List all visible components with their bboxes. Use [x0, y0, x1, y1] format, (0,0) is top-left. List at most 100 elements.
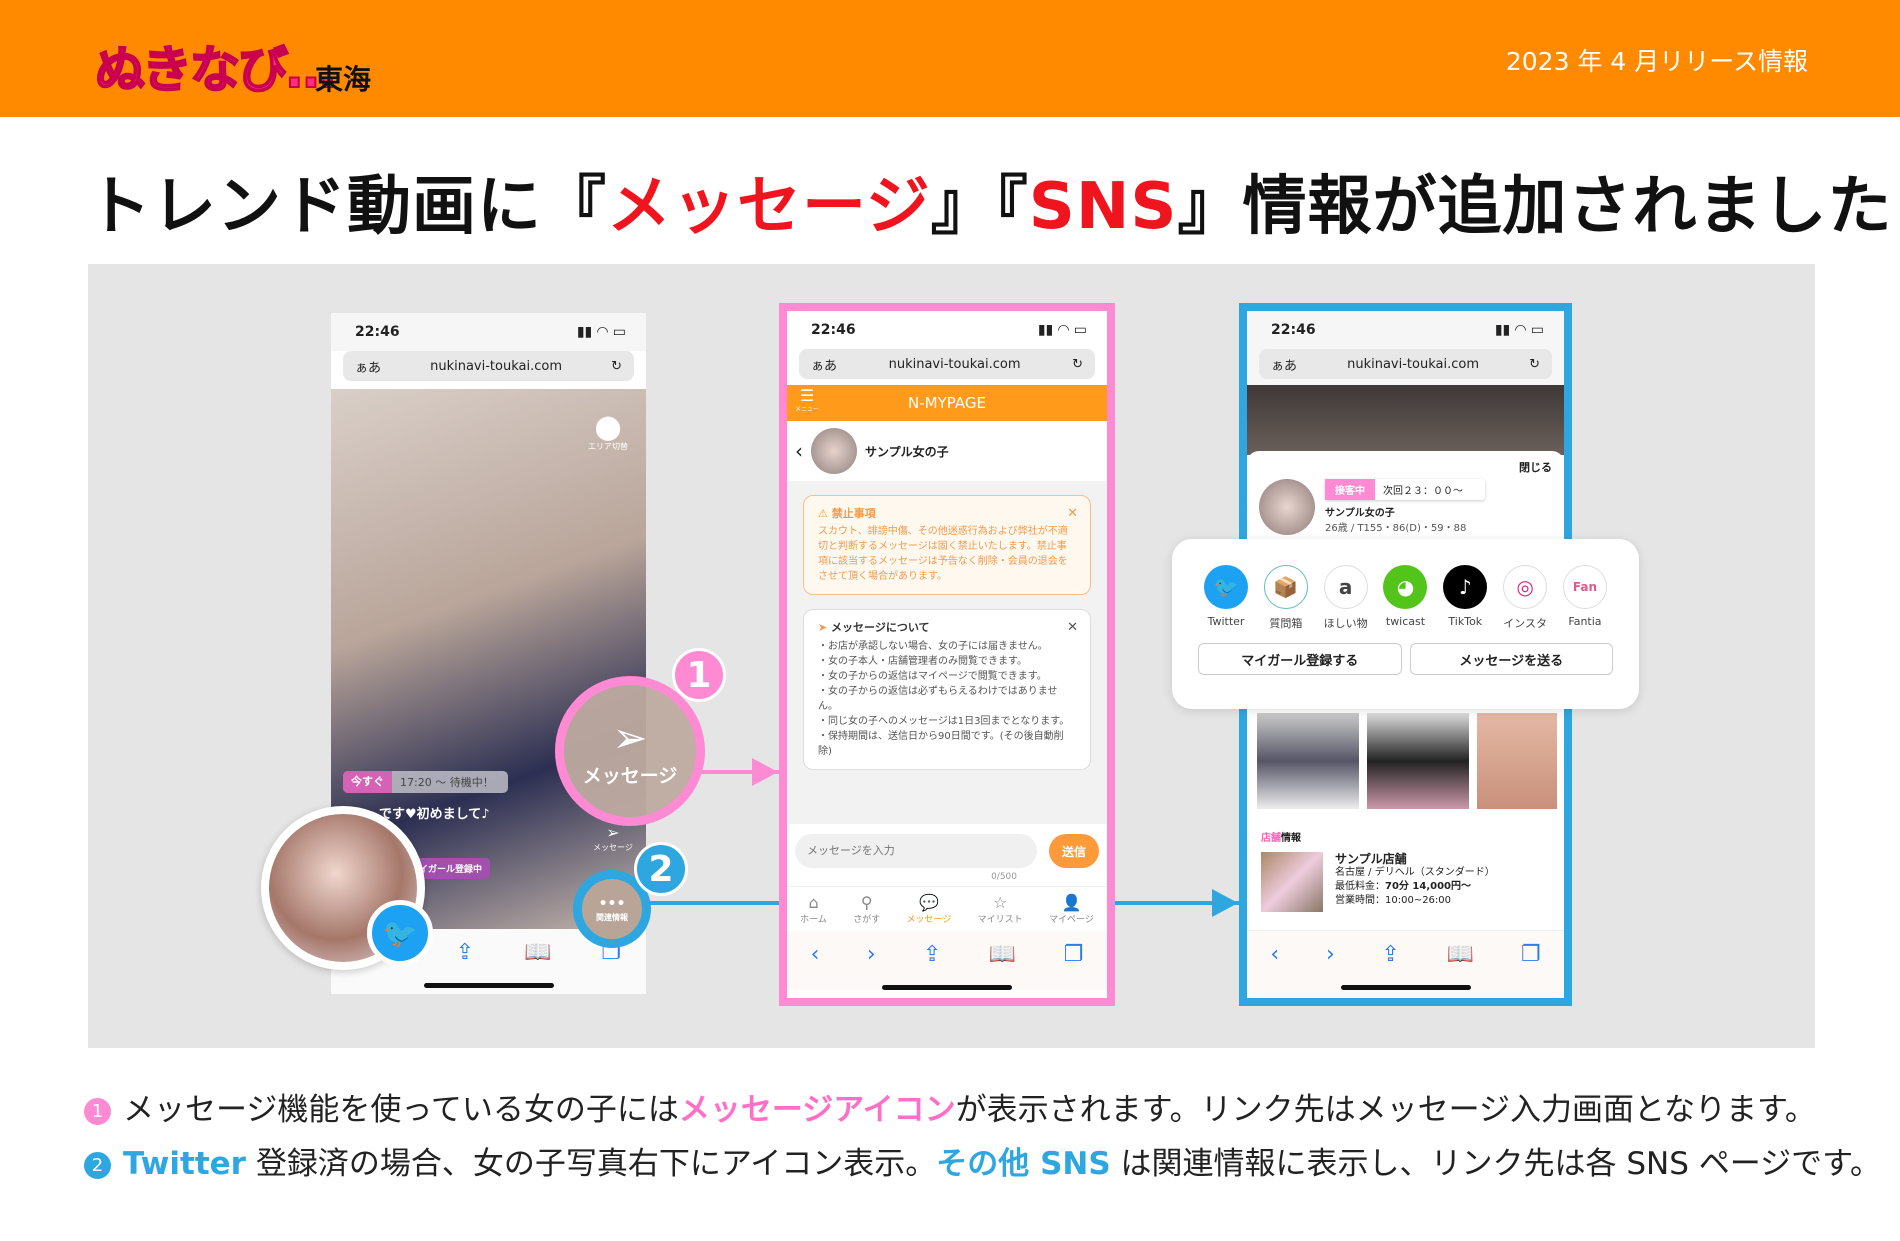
forward-icon[interactable]: › — [1326, 942, 1335, 967]
girl-profile: 26歳 / T155・86(D)・59・88 — [1325, 523, 1467, 534]
text-size-button[interactable]: ぁあ — [1271, 355, 1297, 374]
logo: ぬきなび… — [94, 40, 337, 100]
sns-twicast[interactable]: ◕ twicast — [1377, 565, 1433, 631]
girl-avatar[interactable] — [1259, 479, 1315, 535]
comment-text: です♥初めまして♪ — [379, 807, 490, 822]
sns-question-box[interactable]: 📦 質問箱 — [1258, 565, 1314, 631]
close-icon[interactable]: ✕ — [1067, 506, 1078, 521]
area-label: エリア切替 — [588, 442, 628, 451]
char-counter: 0/500 — [991, 872, 1017, 882]
girl-name: サンプル女の子 — [865, 444, 949, 459]
paper-plane-icon: ➤ — [818, 621, 832, 634]
about-item: ・女の子本人・店舗管理者のみ閲覧できます。 — [818, 656, 1027, 667]
message-label: メッセージ — [593, 843, 633, 852]
page-title: トレンド動画に『メッセージ』『SNS』情報が追加されました！ — [87, 155, 1900, 247]
signal-icon: ▮▮ ◠ ▭ — [1037, 322, 1087, 338]
question-box-icon: 📦 — [1263, 565, 1308, 609]
more-icon: ••• — [598, 895, 626, 912]
notice-title: 禁止事項 — [831, 507, 876, 520]
nav-home[interactable]: ⌂ ホーム — [800, 893, 827, 925]
url-bar[interactable]: ぁあ nukinavi-toukai.com ↻ — [343, 351, 634, 381]
nav-search[interactable]: ⚲ さがす — [853, 893, 880, 925]
mygirl-register-button[interactable]: マイガール登録する — [1198, 643, 1402, 675]
close-button[interactable]: 閉じる — [1259, 459, 1552, 475]
url-bar[interactable]: ぁあ nukinavi-toukai.com ↻ — [799, 349, 1095, 379]
message-button-small[interactable]: ➢ メッセージ — [593, 823, 633, 853]
status-time: 22:46 — [1271, 322, 1316, 338]
bookmarks-icon[interactable]: 📖 — [524, 940, 551, 965]
back-icon[interactable]: ‹ — [1270, 942, 1279, 967]
signal-icon: ▮▮ ◠ ▭ — [1494, 322, 1544, 338]
sns-fantia[interactable]: Fan Fantia — [1557, 565, 1613, 631]
share-icon[interactable]: ⇪ — [1382, 942, 1400, 967]
menu-label: メニュー — [794, 406, 819, 413]
gallery-photo[interactable] — [1257, 713, 1359, 809]
forward-icon[interactable]: › — [867, 942, 876, 967]
about-item: ・女の子からの返信は必ずもらえるわけではありません。 — [818, 686, 1058, 712]
back-icon[interactable]: ‹ — [811, 942, 820, 967]
shop-image[interactable] — [1261, 852, 1323, 912]
home-indicator — [1340, 985, 1471, 990]
nav-mypage[interactable]: 👤 マイページ — [1049, 893, 1094, 925]
tiktok-icon: ♪ — [1443, 565, 1488, 609]
shop-heading: 情報 — [1281, 833, 1301, 844]
sns-label: Twitter — [1207, 615, 1245, 628]
footer-highlight: Twitter — [123, 1146, 246, 1182]
sns-amazon[interactable]: a ほしい物 — [1318, 565, 1374, 631]
menu-button[interactable]: ☰ メニュー — [787, 388, 827, 417]
gallery-photo[interactable] — [1477, 713, 1557, 809]
text-size-button[interactable]: ぁあ — [811, 355, 837, 374]
reload-icon[interactable]: ↻ — [1072, 357, 1083, 372]
twicast-icon: ◕ — [1383, 565, 1428, 609]
nav-label: マイリスト — [977, 915, 1023, 925]
status-time: 22:46 — [355, 324, 400, 340]
bookmarks-icon[interactable]: 📖 — [1447, 942, 1474, 967]
nav-mylist[interactable]: ☆ マイリスト — [978, 893, 1023, 925]
send-button[interactable]: 送信 — [1049, 834, 1099, 868]
area-switch-button[interactable]: ⬤ エリア切替 — [588, 413, 628, 452]
sns-tiktok[interactable]: ♪ TikTok — [1437, 565, 1493, 631]
url-text: nukinavi-toukai.com — [888, 356, 1021, 372]
title-part: トレンド動画に『 — [87, 170, 607, 244]
amazon-icon: a — [1323, 565, 1368, 609]
footer-line-1: 1 メッセージ機能を使っている女の子にはメッセージアイコンが表示されます。リンク先… — [84, 1084, 1816, 1129]
release-info: 2023 年 4 月リリース情報 — [1505, 47, 1808, 76]
sns-twitter[interactable]: 🐦 Twitter — [1198, 565, 1254, 631]
nav-label: ホーム — [800, 915, 827, 925]
middle-phone: 22:46 ▮▮ ◠ ▭ ぁあ nukinavi-toukai.com ↻ ☰ メニュー… — [779, 303, 1115, 1006]
price-label: 最低料金： — [1335, 881, 1385, 892]
send-message-button[interactable]: メッセージを送る — [1409, 643, 1613, 675]
shop-hours: 営業時間：10:00~26:00 — [1335, 895, 1452, 906]
person-icon: 👤 — [1061, 893, 1082, 912]
sns-label: インスタ — [1503, 617, 1548, 630]
shop-name[interactable]: サンプル店舗 — [1335, 852, 1495, 866]
text-size-button[interactable]: ぁあ — [355, 357, 381, 376]
bookmarks-icon[interactable]: 📖 — [989, 942, 1016, 967]
home-indicator — [882, 985, 1012, 990]
app-header: ☰ メニュー N-MYPAGE — [787, 385, 1107, 421]
close-icon[interactable]: ✕ — [1067, 620, 1078, 635]
url-bar[interactable]: ぁあ nukinavi-toukai.com ↻ — [1259, 349, 1552, 379]
gallery-photo[interactable] — [1367, 713, 1469, 809]
share-icon[interactable]: ⇪ — [923, 942, 941, 967]
photo-gallery — [1257, 713, 1564, 809]
back-icon[interactable]: ‹ — [795, 439, 803, 463]
reload-icon[interactable]: ↻ — [1529, 357, 1540, 372]
location-pin-icon: ⬤ — [594, 413, 622, 441]
star-icon: ☆ — [993, 893, 1008, 912]
reload-icon[interactable]: ↻ — [611, 359, 622, 374]
message-input[interactable] — [795, 834, 1037, 868]
paper-plane-icon: ➢ — [612, 712, 648, 762]
url-text: nukinavi-toukai.com — [1347, 356, 1479, 372]
tabs-icon[interactable]: ❐ — [1064, 942, 1084, 967]
share-icon[interactable]: ⇪ — [456, 940, 474, 965]
twitter-icon[interactable]: 🐦 — [367, 900, 433, 966]
tabs-icon[interactable]: ❐ — [1521, 942, 1541, 967]
brand-logo: N-MYPAGE — [908, 394, 986, 412]
sns-instagram[interactable]: ◎ インスタ — [1497, 565, 1553, 631]
girl-avatar[interactable] — [811, 428, 857, 474]
sns-popup: 🐦 Twitter 📦 質問箱 a ほしい物 ◕ twicast ♪ TikTok ◎ イン… — [1172, 539, 1639, 709]
fantia-icon: Fan — [1562, 565, 1607, 609]
nav-message[interactable]: 💬 メッセージ — [907, 893, 952, 925]
about-item: ・保持期間は、送信日から90日間です。(その後自動削除) — [818, 731, 1064, 757]
